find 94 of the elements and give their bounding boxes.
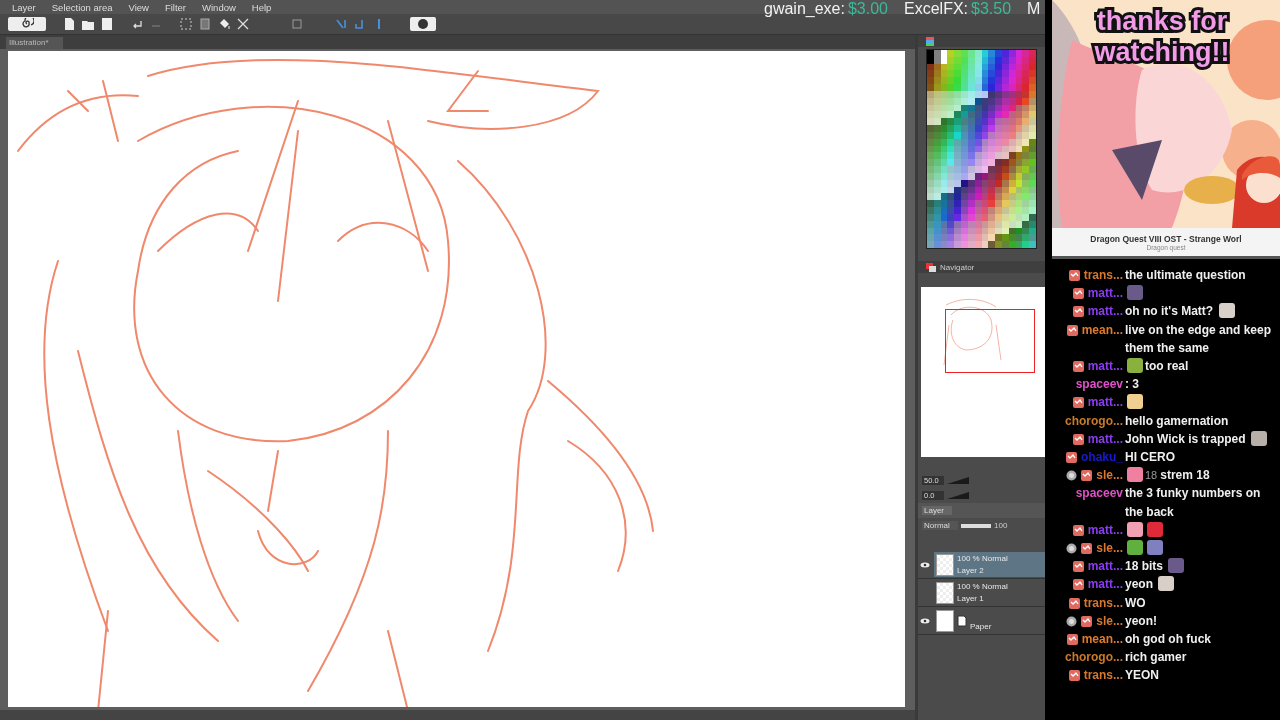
- layer-item[interactable]: 100 % Normal Layer 2: [934, 552, 1045, 577]
- message-text: yeon!: [1125, 613, 1157, 628]
- chat-username[interactable]: matt...: [1087, 557, 1123, 576]
- message-text: 18 bits: [1125, 559, 1163, 574]
- donation-amount: $3.50: [971, 0, 1012, 19]
- opacity-slider-fill[interactable]: [961, 523, 991, 528]
- panel-tab[interactable]: Layer: [922, 506, 952, 515]
- menu-item[interactable]: Layer: [8, 1, 48, 13]
- emote-icon: [1168, 558, 1185, 574]
- donation-name: M: [1027, 0, 1041, 19]
- dotted-square-icon[interactable]: [179, 17, 193, 31]
- menu-item[interactable]: View: [124, 1, 161, 13]
- spiral-icon: [20, 18, 34, 30]
- transform-icon[interactable]: [236, 17, 250, 31]
- page-icon: [957, 614, 967, 627]
- menu-item[interactable]: Selection area: [47, 1, 125, 13]
- message-text: strem 18: [1160, 468, 1210, 483]
- message-text: rich gamer: [1125, 650, 1187, 665]
- pen-icon[interactable]: [334, 17, 348, 31]
- chat-username[interactable]: matt...: [1087, 520, 1123, 540]
- help-icon: [417, 18, 429, 30]
- chat-username[interactable]: spaceev: [1075, 484, 1123, 503]
- chat-username[interactable]: matt...: [1087, 575, 1123, 594]
- message-text: HI CERO: [1125, 450, 1175, 465]
- emote-icon: [1218, 303, 1235, 319]
- emote-icon: [1127, 285, 1143, 301]
- message-text: the ultimate question: [1125, 268, 1246, 282]
- emote-icon: [1158, 576, 1175, 592]
- chat-username[interactable]: mean...: [1081, 630, 1123, 649]
- emote-icon: [1127, 540, 1143, 556]
- donation-amount: $3.00: [847, 0, 888, 19]
- help-button[interactable]: [410, 17, 436, 31]
- message-text: YEON: [1125, 668, 1159, 683]
- layer-item[interactable]: 100 % Normal Layer 1: [934, 580, 1045, 605]
- horizontal-scrollbar[interactable]: [0, 710, 915, 720]
- chat-username[interactable]: trans...: [1083, 593, 1123, 612]
- chat-username[interactable]: mean...: [1081, 320, 1123, 339]
- chat-username[interactable]: trans...: [1083, 266, 1123, 285]
- blend-mode-dropdown[interactable]: Normal: [922, 521, 958, 530]
- message-text: oh god oh fuck: [1125, 632, 1211, 647]
- save-icon[interactable]: [100, 17, 114, 31]
- document-tab[interactable]: Illustration*: [6, 37, 63, 49]
- navigator-icon[interactable]: [926, 262, 936, 272]
- ramp-icon: [947, 477, 969, 484]
- layer-name: Layer 2: [957, 564, 985, 577]
- chat-username[interactable]: chorogo...: [1065, 648, 1123, 667]
- chat-username[interactable]: trans...: [1083, 666, 1123, 685]
- emote-icon: [1127, 467, 1143, 483]
- eye-icon[interactable]: [920, 617, 930, 624]
- donation-name: ExcelFX:: [904, 0, 968, 19]
- ramp-icon: [947, 492, 969, 499]
- emote-icon: [1127, 521, 1143, 537]
- layer-item[interactable]: Paper: [934, 608, 1045, 633]
- chat-username[interactable]: sle...: [1096, 539, 1123, 558]
- new-file-icon[interactable]: [62, 17, 76, 31]
- chat-username[interactable]: sle...: [1096, 611, 1123, 631]
- message-text: WO: [1125, 595, 1146, 610]
- chat-username[interactable]: matt...: [1087, 284, 1123, 303]
- emote-icon: [1147, 540, 1163, 556]
- donation-name: gwain_exe:: [764, 0, 845, 19]
- emote-icon: [1250, 430, 1267, 446]
- layer-name: Layer 1: [957, 592, 985, 605]
- spiral-button[interactable]: [8, 17, 46, 31]
- message-text: the 3 funky numbers on the back: [1125, 486, 1261, 519]
- message-text: : 3: [1125, 377, 1139, 392]
- chat-username[interactable]: matt...: [1087, 429, 1123, 449]
- message-text: yeon: [1125, 577, 1153, 592]
- chat-username[interactable]: matt...: [1087, 393, 1123, 412]
- menu-item[interactable]: Window: [198, 1, 248, 13]
- message-text: John Wick is trapped: [1125, 431, 1246, 446]
- chat-username[interactable]: spaceev: [1075, 375, 1123, 394]
- message-text: oh no it's Matt?: [1125, 304, 1214, 319]
- chat-username[interactable]: sle...: [1096, 466, 1123, 485]
- layer-name: Paper: [970, 620, 992, 633]
- opacity-value: 100: [994, 521, 1008, 530]
- emote-icon: [1127, 394, 1143, 410]
- eye-icon[interactable]: [920, 561, 930, 568]
- cheer-amount: 18: [1145, 469, 1158, 482]
- menu-item[interactable]: Help: [247, 1, 284, 13]
- square-icon[interactable]: [198, 17, 212, 31]
- message-text: too real: [1145, 359, 1189, 373]
- song-title: Dragon Quest VIII OST - Strange Worl: [1090, 233, 1242, 244]
- emote-icon: [1147, 521, 1163, 537]
- overlay-headline: thanks for watching!!: [1093, 6, 1231, 68]
- color-tab-icon[interactable]: [926, 36, 934, 46]
- chat-username[interactable]: matt...: [1087, 302, 1123, 321]
- color-palette[interactable]: [926, 49, 1037, 249]
- chat-username[interactable]: matt...: [1087, 357, 1123, 376]
- layer-info: 100 % Normal: [957, 552, 1008, 565]
- layer-info: 100 % Normal: [957, 580, 1008, 593]
- message-text: hello gamernation: [1125, 413, 1229, 428]
- chat-username[interactable]: chorogo...: [1065, 411, 1123, 430]
- emote-icon: [1127, 358, 1143, 373]
- menu-item[interactable]: Filter: [160, 1, 199, 13]
